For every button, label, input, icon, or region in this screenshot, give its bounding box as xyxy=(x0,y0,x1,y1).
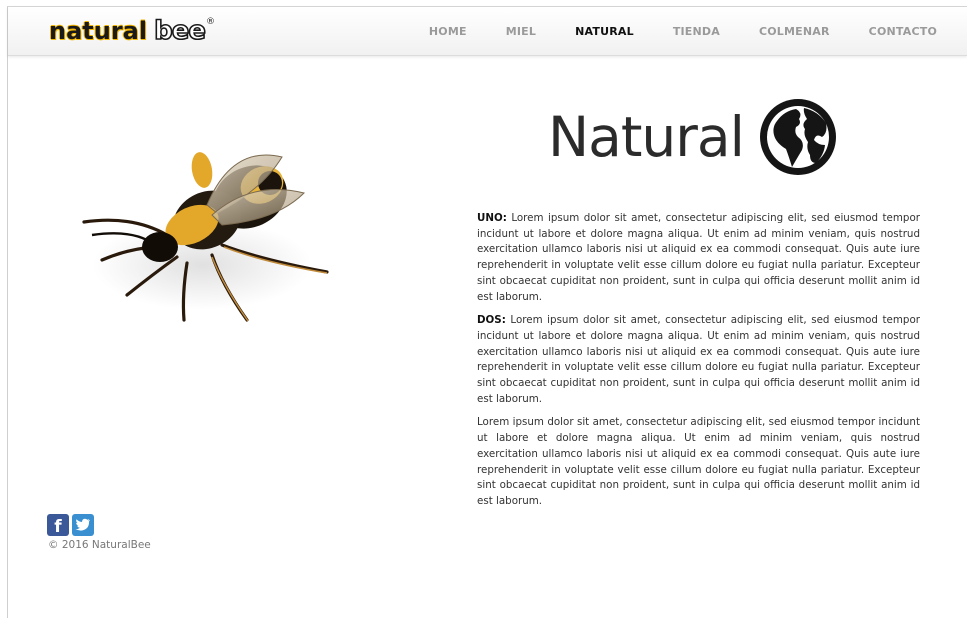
paragraph-text: Lorem ipsum dolor sit amet, consectetur … xyxy=(477,416,920,507)
paragraph-lead: DOS: xyxy=(477,314,506,327)
nav-colmenar[interactable]: COLMENAR xyxy=(759,25,830,38)
site-logo[interactable]: natural bee ® xyxy=(49,15,215,47)
bee-image xyxy=(82,152,329,322)
logo-bee-text: bee xyxy=(153,15,206,47)
page-title: Natural xyxy=(548,105,745,169)
twitter-icon[interactable] xyxy=(72,514,94,536)
facebook-icon[interactable]: f xyxy=(47,514,69,537)
main-nav: HOME MIEL NATURAL TIENDA COLMENAR CONTAC… xyxy=(390,7,937,55)
social-links: f xyxy=(47,514,97,537)
globe-icon xyxy=(759,99,836,175)
browser-page: natural bee ® HOME MIEL NATURAL TIENDA C… xyxy=(7,6,967,618)
copyright-text: © 2016 NaturalBee xyxy=(48,539,151,551)
content-text: UNO: Lorem ipsum dolor sit amet, consect… xyxy=(477,211,920,518)
logo-natural-text: natural xyxy=(49,17,148,45)
paragraph-uno: UNO: Lorem ipsum dolor sit amet, consect… xyxy=(477,211,920,305)
site-header: natural bee ® HOME MIEL NATURAL TIENDA C… xyxy=(8,7,967,56)
nav-miel[interactable]: MIEL xyxy=(506,25,536,38)
paragraph-lead: UNO: xyxy=(477,212,507,224)
twitter-bird-icon xyxy=(75,518,90,531)
registered-mark: ® xyxy=(206,17,215,27)
paragraph-three: Lorem ipsum dolor sit amet, consectetur … xyxy=(477,415,920,509)
facebook-glyph: f xyxy=(54,516,62,537)
nav-tienda[interactable]: TIENDA xyxy=(673,25,720,38)
nav-contacto[interactable]: CONTACTO xyxy=(869,25,937,38)
paragraph-dos: DOS: Lorem ipsum dolor sit amet, consect… xyxy=(477,313,920,407)
paragraph-text: Lorem ipsum dolor sit amet, consectetur … xyxy=(477,314,920,405)
nav-home[interactable]: HOME xyxy=(429,25,467,38)
nav-natural[interactable]: NATURAL xyxy=(575,25,634,38)
page-heading: Natural xyxy=(548,97,838,177)
paragraph-text: Lorem ipsum dolor sit amet, consectetur … xyxy=(477,212,920,303)
